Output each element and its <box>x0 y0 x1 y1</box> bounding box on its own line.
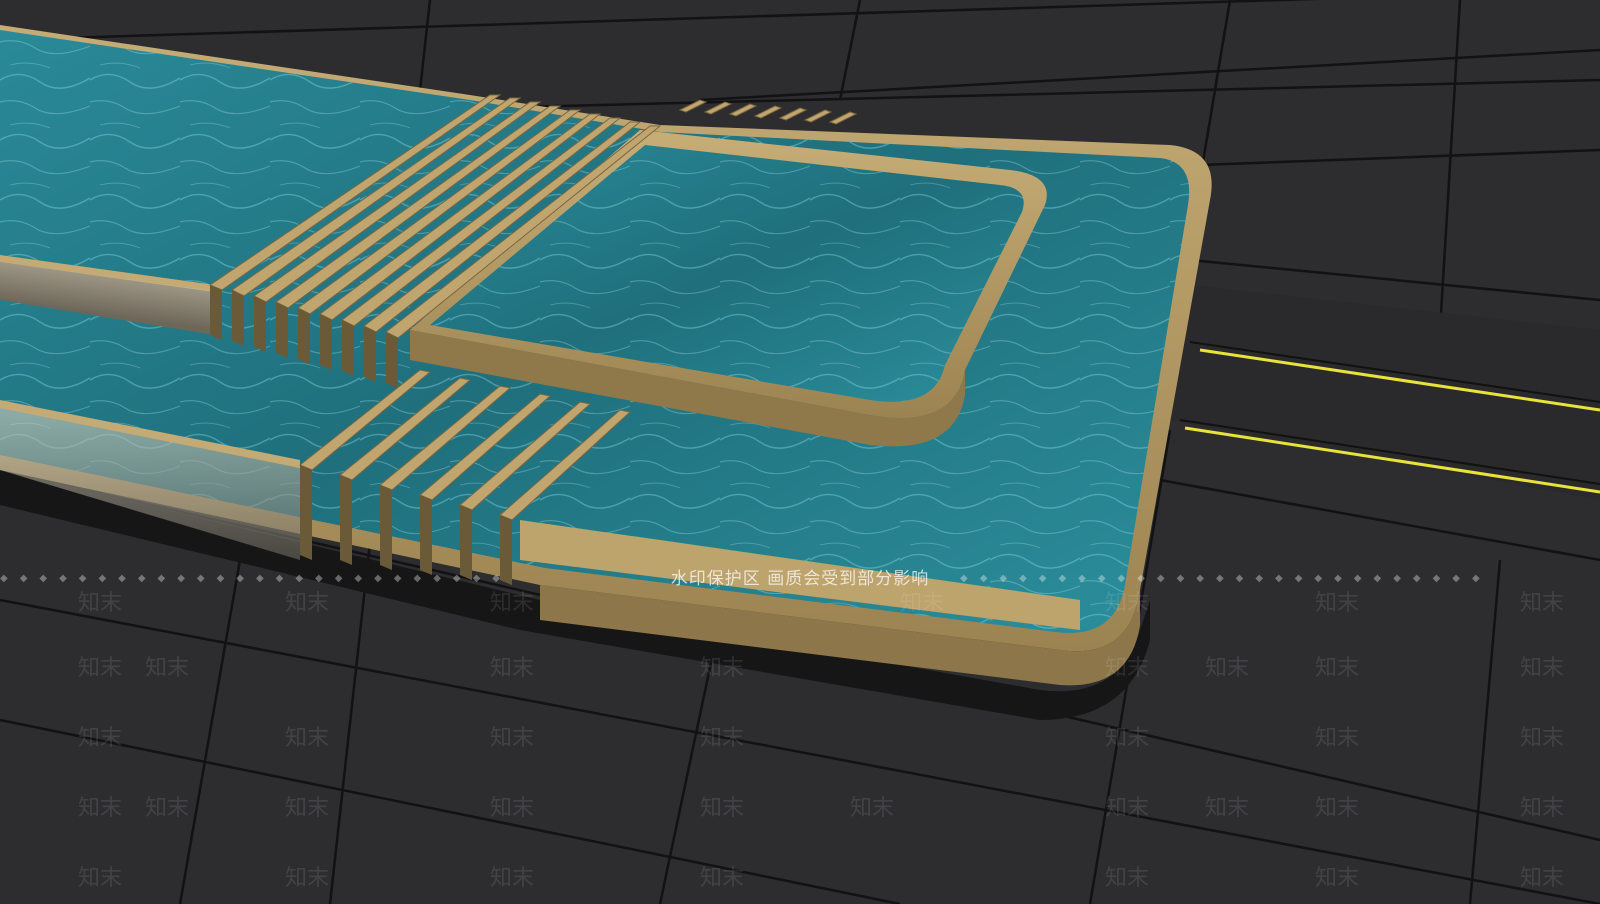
rendered-scene: 知末 知末 知末 知末 知末 知末 知末 知末 知末 知末 知末 知末 知末 知… <box>0 0 1600 904</box>
pool-rendering <box>0 0 1600 904</box>
